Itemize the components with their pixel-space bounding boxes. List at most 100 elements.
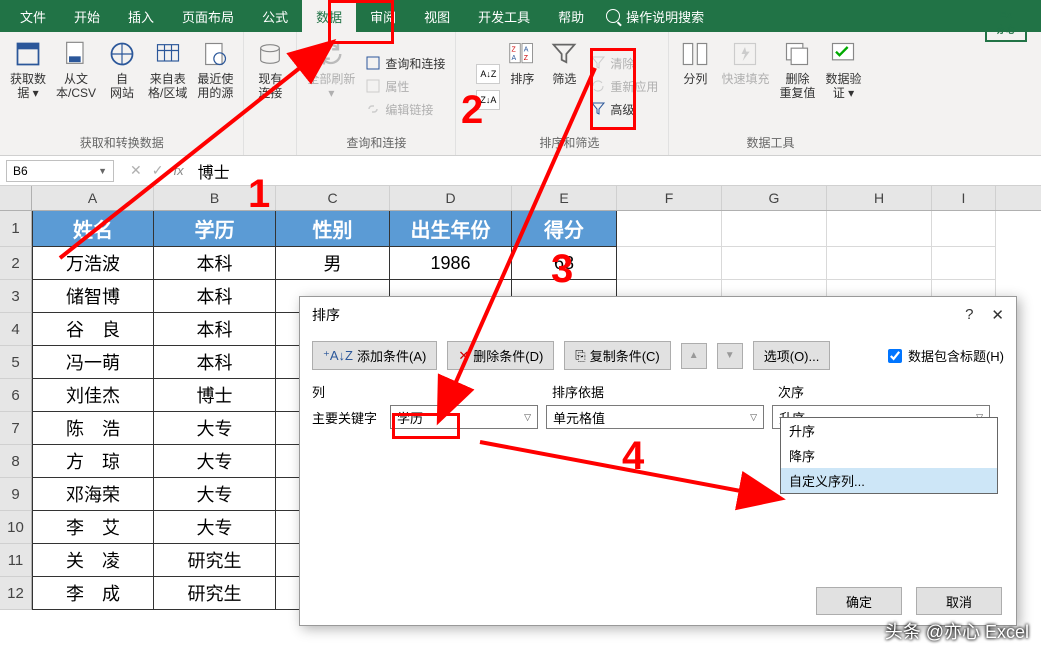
row-header[interactable]: 2	[0, 247, 32, 280]
row-header[interactable]: 12	[0, 577, 32, 610]
tell-me-search[interactable]: 操作说明搜索	[606, 7, 704, 26]
cell[interactable]: 冯一萌	[32, 346, 154, 379]
select-all-corner[interactable]	[0, 186, 32, 210]
from-text-csv-button[interactable]: 从文 本/CSV	[52, 36, 100, 132]
add-level-button[interactable]: ⁺A↓Z添加条件(A)	[312, 341, 437, 370]
tab-review[interactable]: 审阅	[356, 0, 410, 33]
fx-icon[interactable]: fx	[173, 163, 183, 178]
cell[interactable]: 大专	[154, 412, 276, 445]
sort-desc-button[interactable]: Z↓A	[476, 90, 500, 110]
cell[interactable]: 关 凌	[32, 544, 154, 577]
sort-column-select[interactable]: 学历▽	[390, 405, 538, 429]
cell[interactable]: 李 艾	[32, 511, 154, 544]
cell[interactable]: 1986	[390, 247, 512, 280]
sort-asc-button[interactable]: A↓Z	[476, 64, 500, 84]
tab-home[interactable]: 开始	[60, 0, 114, 33]
sort-on-select[interactable]: 单元格值▽	[546, 405, 764, 429]
cell[interactable]	[722, 211, 827, 247]
col-header[interactable]: G	[722, 186, 827, 210]
from-web-button[interactable]: 自 网站	[102, 36, 142, 132]
row-header[interactable]: 10	[0, 511, 32, 544]
row-header[interactable]: 1	[0, 211, 32, 247]
row-header[interactable]: 8	[0, 445, 32, 478]
tab-view[interactable]: 视图	[410, 0, 464, 33]
tab-formula[interactable]: 公式	[248, 0, 302, 33]
col-header[interactable]: C	[276, 186, 390, 210]
cell[interactable]: 储智博	[32, 280, 154, 313]
cell[interactable]: 本科	[154, 313, 276, 346]
row-header[interactable]: 6	[0, 379, 32, 412]
help-icon[interactable]: ?	[965, 306, 973, 324]
sort-button[interactable]: ZAAZ排序	[502, 36, 542, 132]
move-up-button[interactable]: ▲	[681, 343, 707, 369]
cell[interactable]	[722, 247, 827, 280]
formula-input[interactable]	[194, 156, 1041, 185]
edit-links-button[interactable]: 编辑链接	[361, 100, 449, 119]
cell[interactable]: 学历	[154, 211, 276, 247]
remove-duplicates-button[interactable]: 删除 重复值	[775, 36, 819, 132]
cell[interactable]: 方 琼	[32, 445, 154, 478]
row-header[interactable]: 11	[0, 544, 32, 577]
cell[interactable]: 陈 浩	[32, 412, 154, 445]
queries-connections-button[interactable]: 查询和连接	[361, 54, 449, 73]
text-to-columns-button[interactable]: 分列	[675, 36, 715, 132]
dropdown-item-desc[interactable]: 降序	[781, 443, 997, 468]
flash-fill-button[interactable]: 快速填充	[717, 36, 773, 132]
name-box[interactable]: B6▼	[6, 160, 114, 182]
cancel-icon[interactable]: ✕	[130, 162, 142, 179]
advanced-filter-button[interactable]: 高级	[586, 100, 662, 119]
cancel-button[interactable]: 取消	[916, 587, 1002, 615]
row-header[interactable]: 7	[0, 412, 32, 445]
col-header[interactable]: D	[390, 186, 512, 210]
reapply-button[interactable]: 重新应用	[586, 77, 662, 96]
has-header-checkbox[interactable]: 数据包含标题(H)	[888, 346, 1004, 365]
col-header[interactable]: B	[154, 186, 276, 210]
cell[interactable]: 谷 良	[32, 313, 154, 346]
col-header[interactable]: F	[617, 186, 722, 210]
tab-file[interactable]: 文件	[6, 0, 60, 33]
recent-sources-button[interactable]: 最近使 用的源	[193, 36, 237, 132]
cell[interactable]	[617, 247, 722, 280]
cell[interactable]: 男	[276, 247, 390, 280]
cell[interactable]	[932, 247, 996, 280]
cell[interactable]: 万浩波	[32, 247, 154, 280]
cell[interactable]: 大专	[154, 445, 276, 478]
cell[interactable]: 出生年份	[390, 211, 512, 247]
existing-connections-button[interactable]: 现有 连接	[250, 36, 290, 149]
cell[interactable]: 研究生	[154, 577, 276, 610]
tab-help[interactable]: 帮助	[544, 0, 598, 33]
cell[interactable]	[827, 211, 932, 247]
tab-insert[interactable]: 插入	[114, 0, 168, 33]
tab-data[interactable]: 数据	[302, 0, 356, 33]
cell[interactable]: 研究生	[154, 544, 276, 577]
from-table-button[interactable]: 来自表 格/区域	[144, 36, 191, 132]
cell[interactable]: 邓海荣	[32, 478, 154, 511]
close-icon[interactable]: ✕	[991, 306, 1004, 324]
cell[interactable]	[617, 211, 722, 247]
refresh-all-button[interactable]: 全部刷新 ▾	[303, 36, 359, 132]
cell[interactable]: 本科	[154, 280, 276, 313]
cell[interactable]: 性别	[276, 211, 390, 247]
dropdown-item-custom[interactable]: 自定义序列...	[781, 468, 997, 493]
col-header[interactable]: A	[32, 186, 154, 210]
cell[interactable]: 李 成	[32, 577, 154, 610]
ok-button[interactable]: 确定	[816, 587, 902, 615]
col-header[interactable]: H	[827, 186, 932, 210]
cell[interactable]: 姓名	[32, 211, 154, 247]
options-button[interactable]: 选项(O)...	[753, 341, 831, 370]
row-header[interactable]: 4	[0, 313, 32, 346]
cell[interactable]	[932, 211, 996, 247]
cell[interactable]: 得分	[512, 211, 617, 247]
filter-button[interactable]: 筛选	[544, 36, 584, 132]
cell[interactable]: 大专	[154, 478, 276, 511]
dropdown-item-asc[interactable]: 升序	[781, 418, 997, 443]
cell[interactable]: 本科	[154, 247, 276, 280]
cell[interactable]: 本科	[154, 346, 276, 379]
cell[interactable]	[827, 247, 932, 280]
row-header[interactable]: 9	[0, 478, 32, 511]
cell[interactable]: 68	[512, 247, 617, 280]
move-down-button[interactable]: ▼	[717, 343, 743, 369]
data-validation-button[interactable]: 数据验 证 ▾	[821, 36, 865, 132]
tab-dev[interactable]: 开发工具	[464, 0, 544, 33]
row-header[interactable]: 3	[0, 280, 32, 313]
